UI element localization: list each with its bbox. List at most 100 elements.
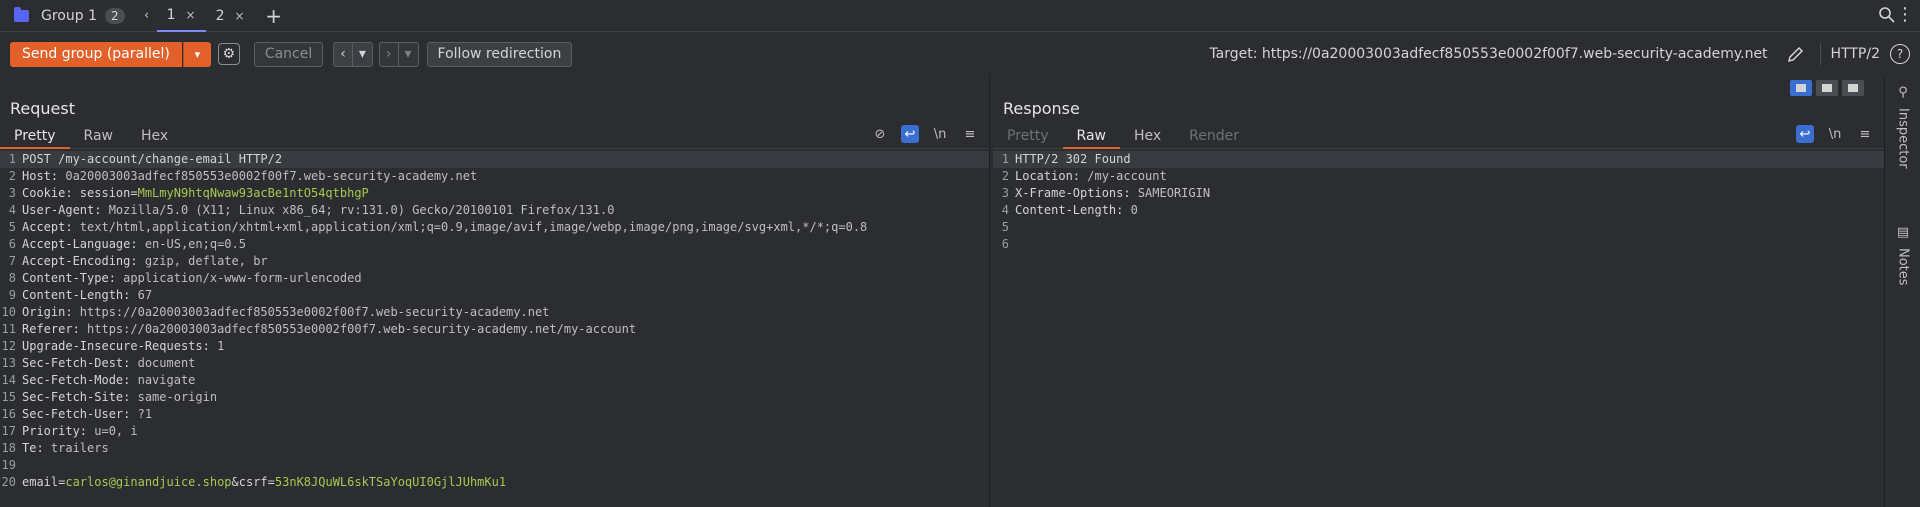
request-editor[interactable]: 1 POST /my-account/change-email HTTP/2 2 Ho…	[0, 151, 989, 491]
tab-raw[interactable]: Raw	[1062, 123, 1120, 149]
param-value: 53nK8JQuWL6skTSaYoqUI0GjlJUhmKu1	[274, 475, 507, 489]
header-value: text/html,application/xhtml+xml,applicat…	[79, 220, 868, 234]
toolbar: Send group (parallel) ▾ ⚙ Cancel ‹ ▾ › ▾…	[0, 33, 1920, 75]
search-icon[interactable]	[1878, 6, 1896, 24]
header-name: Accept-Encoding:	[22, 254, 145, 268]
forward-button[interactable]: ›	[378, 41, 399, 67]
close-icon[interactable]: ×	[186, 8, 196, 22]
cancel-button[interactable]: Cancel	[253, 41, 324, 67]
header-name: POST /my-account/change-email HTTP/2	[22, 152, 283, 166]
tab-hex[interactable]: Hex	[127, 123, 182, 149]
line-number: 20	[1, 475, 16, 489]
gear-icon[interactable]: ⚙	[217, 43, 240, 65]
collapse-group-icon[interactable]: ‹	[137, 8, 157, 23]
tab-pretty[interactable]: Pretty	[993, 123, 1063, 149]
help-icon[interactable]: ?	[1890, 44, 1910, 64]
line-content: Priority: u=0, i	[22, 423, 138, 440]
close-icon[interactable]: ×	[235, 9, 245, 23]
line-number: 13	[1, 356, 16, 370]
line-content: HTTP/2 302 Found	[1015, 151, 1131, 168]
tab-group[interactable]: Group 1 2	[0, 0, 125, 32]
header-value: navigate	[137, 373, 196, 387]
back-dropdown-icon[interactable]: ▾	[352, 41, 373, 67]
header-name: Content-Type:	[22, 271, 124, 285]
line-content: Cookie: session=MmLmyN9htqNwaw93acBe1ntO…	[22, 185, 369, 202]
wrap-icon[interactable]: ↩	[1796, 125, 1814, 143]
group-count-badge: 2	[104, 7, 125, 24]
split-horizontal-icon[interactable]	[1790, 80, 1812, 96]
header-value: ?1	[137, 407, 153, 421]
response-editor[interactable]: 1 HTTP/2 302 Found 2 Location: /my-account 3…	[993, 151, 1884, 253]
header-value: MmLmyN9htqNwaw93acBe1ntO54qtbhgP	[137, 186, 369, 200]
tab-render[interactable]: Render	[1175, 123, 1253, 149]
follow-redirection-button[interactable]: Follow redirection	[426, 41, 573, 67]
line-number: 14	[1, 373, 16, 387]
line-number: 19	[1, 458, 16, 472]
tab-hex[interactable]: Hex	[1120, 123, 1175, 149]
code-line: 8 Content-Type: application/x-www-form-ur…	[0, 270, 989, 287]
folder-icon	[14, 6, 29, 22]
single-pane-icon[interactable]	[1842, 80, 1864, 96]
split-vertical-icon[interactable]	[1816, 80, 1838, 96]
send-options-dropdown[interactable]: ▾	[182, 41, 211, 67]
header-value: document	[137, 356, 196, 370]
line-content: POST /my-account/change-email HTTP/2	[22, 151, 282, 168]
hide-icon[interactable]: ⊘	[871, 125, 889, 143]
wrap-icon[interactable]: ↩	[901, 125, 919, 143]
header-name: Content-Length:	[1015, 203, 1131, 217]
divider	[1819, 43, 1821, 65]
line-number: 4	[1001, 203, 1009, 217]
code-line: 1 HTTP/2 302 Found	[993, 151, 1884, 168]
code-line: 4 User-Agent: Mozilla/5.0 (X11; Linux x86…	[0, 202, 989, 219]
panel-title: Request	[10, 99, 75, 118]
header-name: Host:	[22, 169, 66, 183]
code-line: 5 Accept: text/html,application/xhtml+xml…	[0, 219, 989, 236]
back-button[interactable]: ‹	[333, 41, 353, 67]
header-value: 0	[1130, 203, 1138, 217]
pencil-icon[interactable]	[1786, 44, 1806, 64]
history-back: ‹ ▾	[333, 41, 373, 67]
header-value: application/x-www-form-urlencoded	[123, 271, 362, 285]
line-number: 17	[1, 424, 16, 438]
menu-icon[interactable]: ≡	[961, 125, 979, 143]
code-line: 5	[993, 219, 1884, 236]
forward-dropdown-icon[interactable]: ▾	[398, 41, 419, 67]
code-line: 3 Cookie: session=MmLmyN9htqNwaw93acBe1nt…	[0, 185, 989, 202]
tab-raw[interactable]: Raw	[70, 123, 127, 149]
header-value: 0a20003003adfecf850553e0002f00f7.web-sec…	[65, 169, 478, 183]
more-icon[interactable]: ⋮	[1896, 4, 1914, 25]
line-number: 10	[1, 305, 16, 319]
header-value: trailers	[50, 441, 109, 455]
header-name: User-Agent:	[22, 203, 109, 217]
tab-1[interactable]: 1 ×	[156, 0, 206, 32]
header-name: Accept-Language:	[22, 237, 145, 251]
header-value: https://0a20003003adfecf850553e0002f00f7…	[79, 305, 550, 319]
notes-toggle[interactable]: ▤ Notes	[1885, 225, 1920, 286]
response-tools: ↩ \n ≡	[1796, 125, 1874, 143]
layout-toggles	[1790, 80, 1864, 96]
new-tab-icon[interactable]: +	[263, 4, 285, 28]
line-content: Sec-Fetch-Site: same-origin	[22, 389, 217, 406]
header-name: Upgrade-Insecure-Requests:	[22, 339, 218, 353]
line-content: Sec-Fetch-User: ?1	[22, 406, 152, 423]
newline-icon[interactable]: \n	[1826, 125, 1844, 143]
tab-label: 1	[166, 6, 176, 23]
inspector-icon: ⚲	[1898, 85, 1908, 100]
http-version-label[interactable]: HTTP/2	[1831, 46, 1880, 62]
inspector-toggle[interactable]: ⚲ Inspector	[1885, 85, 1920, 169]
line-number: 11	[1, 322, 16, 336]
header-value: u=0, i	[94, 424, 138, 438]
history-forward: › ▾	[378, 41, 419, 67]
send-group-button[interactable]: Send group (parallel)	[10, 41, 182, 67]
line-content: Host: 0a20003003adfecf850553e0002f00f7.w…	[22, 168, 477, 185]
menu-icon[interactable]: ≡	[1856, 125, 1874, 143]
line-number: 16	[1, 407, 16, 421]
code-line: 16 Sec-Fetch-User: ?1	[0, 406, 989, 423]
param-value: carlos@ginandjuice.shop	[65, 475, 232, 489]
newline-icon[interactable]: \n	[931, 125, 949, 143]
tab-pretty[interactable]: Pretty	[0, 123, 70, 149]
header-name: Origin:	[22, 305, 80, 319]
tab-2[interactable]: 2 ×	[206, 0, 255, 32]
line-number: 18	[1, 441, 16, 455]
group-label: Group 1	[41, 7, 97, 24]
